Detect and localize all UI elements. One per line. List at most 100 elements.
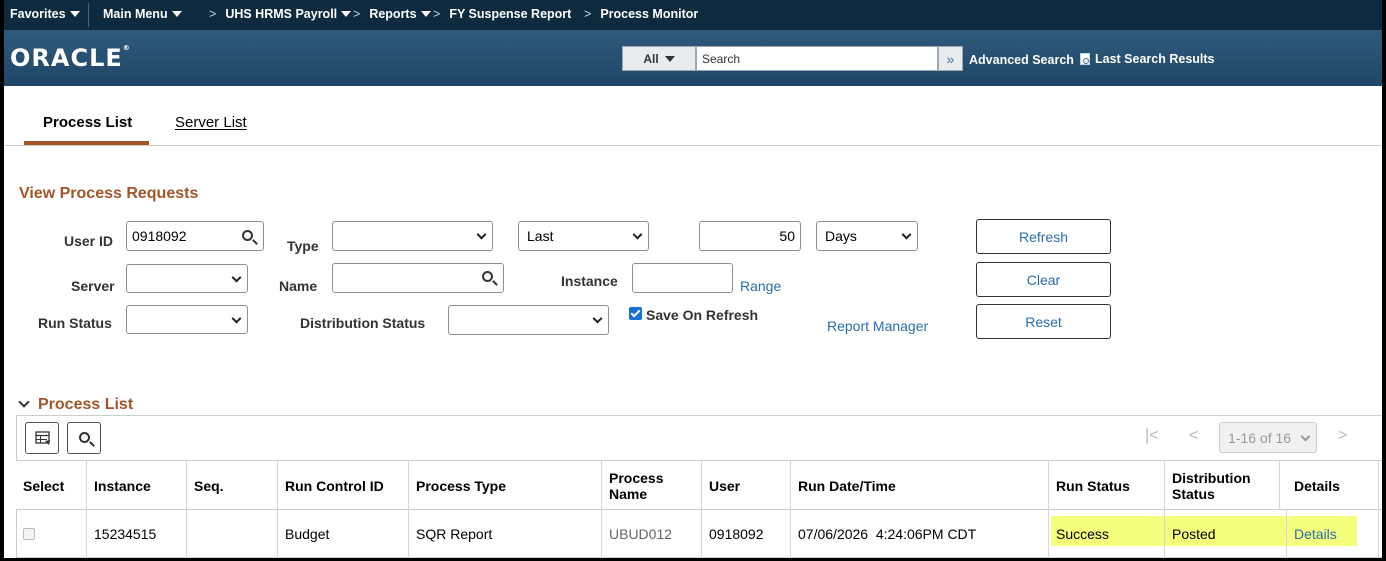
search-go-icon[interactable]: » xyxy=(938,46,963,71)
pager-prev-icon[interactable]: < xyxy=(1189,427,1198,445)
distribution-status-select[interactable] xyxy=(448,305,609,335)
chevron-down-icon xyxy=(231,313,242,324)
column-header-run-status[interactable]: Run Status xyxy=(1049,461,1165,510)
instance-cell: 15234515 xyxy=(87,510,187,558)
breadcrumb-separator-icon: > xyxy=(584,7,592,21)
save-on-refresh-checkbox[interactable] xyxy=(629,307,642,320)
tabs-divider xyxy=(4,145,1382,146)
search-icon[interactable] xyxy=(482,271,493,282)
period-unit-select[interactable]: Days xyxy=(816,221,918,251)
search-results-icon xyxy=(1080,53,1090,65)
instance-field[interactable] xyxy=(632,263,733,293)
details-link[interactable]: Details xyxy=(1287,510,1379,558)
chevron-down-icon xyxy=(231,272,242,283)
name-label: Name xyxy=(279,278,318,294)
search-icon[interactable] xyxy=(242,230,253,241)
breadcrumb-separator-icon: > xyxy=(433,7,441,21)
table-header: Select Instance Seq. Run Control ID Proc… xyxy=(16,460,1382,510)
report-manager-link[interactable]: Report Manager xyxy=(827,318,928,334)
period-value: 50 xyxy=(779,228,795,244)
column-header-seq[interactable]: Seq. xyxy=(187,461,278,510)
breadcrumb-label: Process Monitor xyxy=(600,7,699,21)
row-select-checkbox[interactable] xyxy=(23,528,35,540)
process-name-cell: UBUD012 xyxy=(602,510,702,558)
nav-divider xyxy=(88,3,89,27)
user-cell: 0918092 xyxy=(702,510,791,558)
range-link[interactable]: Range xyxy=(740,278,781,294)
personalize-grid-button[interactable] xyxy=(25,422,59,454)
main-menu-label: Main Menu xyxy=(103,7,168,21)
chevron-down-icon xyxy=(69,11,80,17)
tab-process-list[interactable]: Process List xyxy=(43,114,132,131)
breadcrumb-label: UHS HRMS Payroll xyxy=(225,7,338,21)
seq-cell xyxy=(187,510,278,558)
user-id-field[interactable]: 0918092 xyxy=(126,221,264,251)
last-select[interactable]: Last xyxy=(518,221,649,251)
run-status-cell: Success xyxy=(1049,510,1165,558)
type-select[interactable] xyxy=(332,221,493,251)
breadcrumb-separator-icon: > xyxy=(353,7,361,21)
search-input[interactable] xyxy=(696,46,938,71)
chevron-down-icon xyxy=(1300,431,1311,442)
search-category-select[interactable]: All xyxy=(622,46,696,71)
refresh-button[interactable]: Refresh xyxy=(976,219,1111,254)
column-header-user[interactable]: User xyxy=(702,461,791,510)
breadcrumb-fy-suspense-report[interactable]: > FY Suspense Report xyxy=(433,7,571,21)
column-header-run-control-id[interactable]: Run Control ID xyxy=(278,461,409,510)
chevron-down-icon xyxy=(632,229,643,240)
breadcrumb-reports[interactable]: > Reports xyxy=(353,7,431,21)
page-frame: Favorites Main Menu > UHS HRMS Payroll >… xyxy=(4,0,1382,558)
clear-button[interactable]: Clear xyxy=(976,262,1111,297)
favorites-label: Favorites xyxy=(10,7,66,21)
chevron-down-icon xyxy=(171,11,182,17)
last-search-results-link[interactable]: Last Search Results xyxy=(1080,52,1215,66)
pager-range-value: 1-16 of 16 xyxy=(1228,429,1292,446)
main-menu[interactable]: Main Menu xyxy=(103,7,182,21)
top-nav-bar: Favorites Main Menu > UHS HRMS Payroll >… xyxy=(4,0,1382,30)
chevron-down-icon xyxy=(901,229,912,240)
column-header-run-datetime[interactable]: Run Date/Time xyxy=(791,461,1049,510)
distribution-status-label: Distribution Status xyxy=(300,315,426,331)
oracle-logo: ORACLE® xyxy=(10,44,131,72)
user-id-label: User ID xyxy=(64,233,114,249)
search-category-label: All xyxy=(643,51,659,66)
server-select[interactable] xyxy=(126,264,248,293)
pager-range-select[interactable]: 1-16 of 16 xyxy=(1219,422,1317,453)
column-header-process-type[interactable]: Process Type xyxy=(409,461,602,510)
find-in-grid-button[interactable] xyxy=(67,422,101,454)
breadcrumb-label: Reports xyxy=(369,7,417,21)
pager-first-icon[interactable]: |< xyxy=(1145,427,1159,445)
chevron-down-icon xyxy=(592,313,603,324)
column-header-instance[interactable]: Instance xyxy=(87,461,187,510)
grid-settings-icon xyxy=(35,431,50,445)
last-value: Last xyxy=(527,228,554,244)
reset-button[interactable]: Reset xyxy=(976,304,1111,339)
pager-next-icon[interactable]: > xyxy=(1338,427,1347,445)
table-row: 15234515 Budget SQR Report UBUD012 09180… xyxy=(16,510,1382,558)
period-unit-value: Days xyxy=(825,228,857,244)
process-type-cell: SQR Report xyxy=(409,510,602,558)
run-datetime-cell: 07/06/2026 4:24:06PM CDT xyxy=(791,510,1049,558)
chevron-down-icon xyxy=(341,11,352,17)
last-search-results-label: Last Search Results xyxy=(1095,52,1215,66)
type-label: Type xyxy=(287,238,319,254)
name-field[interactable] xyxy=(332,263,504,293)
favorites-menu[interactable]: Favorites xyxy=(10,7,80,21)
run-status-select[interactable] xyxy=(126,305,248,334)
period-field[interactable]: 50 xyxy=(699,221,801,251)
tab-server-list[interactable]: Server List xyxy=(175,114,247,131)
search-icon xyxy=(79,432,90,443)
breadcrumb-uhs-hrms-payroll[interactable]: > UHS HRMS Payroll xyxy=(209,7,352,21)
collapse-chevron-icon[interactable] xyxy=(18,396,30,408)
chevron-down-icon xyxy=(664,55,675,62)
process-list-title: Process List xyxy=(38,396,134,413)
column-header-distribution-status[interactable]: Distribution Status xyxy=(1165,461,1280,510)
breadcrumb-separator-icon: > xyxy=(209,7,217,21)
column-header-details: Details xyxy=(1287,461,1379,510)
server-label: Server xyxy=(71,278,115,294)
breadcrumb-process-monitor[interactable]: > Process Monitor xyxy=(584,7,698,21)
column-header-process-name[interactable]: Process Name xyxy=(602,461,702,510)
advanced-search-link[interactable]: Advanced Search xyxy=(969,53,1074,67)
run-control-id-cell: Budget xyxy=(278,510,409,558)
run-status-label: Run Status xyxy=(38,315,112,331)
